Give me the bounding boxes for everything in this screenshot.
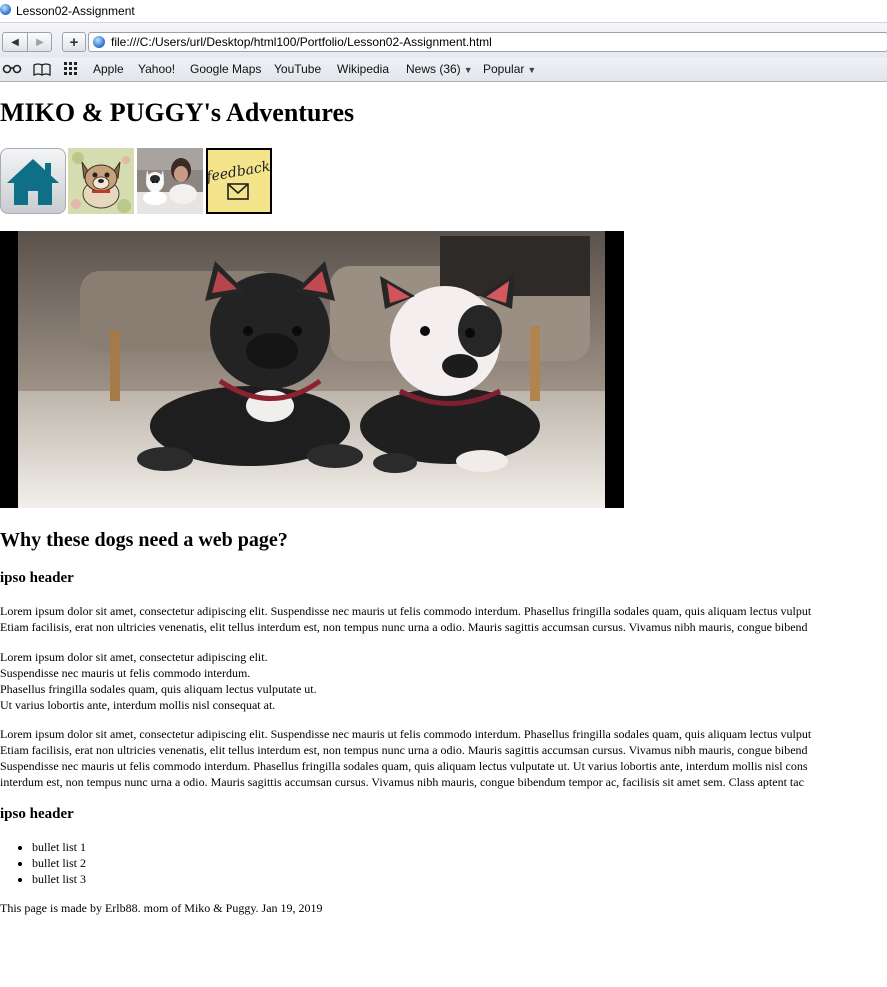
bookmark-popular-label: Popular	[483, 62, 525, 76]
bookmark-youtube[interactable]: YouTube	[274, 62, 321, 76]
paragraph-line: Etiam facilisis, erat non ultricies vene…	[0, 743, 808, 757]
plus-icon: +	[69, 33, 79, 51]
forward-button[interactable]: ▶	[28, 33, 52, 51]
back-arrow-icon: ◀	[11, 36, 19, 48]
bullet-list: bullet list 1 bullet list 2 bullet list …	[0, 839, 86, 887]
bookmarks-book-icon[interactable]	[33, 62, 51, 76]
paragraph-1: Lorem ipsum dolor sit amet, consectetur …	[0, 603, 811, 635]
ipso-header-1: ipso header	[0, 570, 74, 586]
bookmark-popular-folder[interactable]: Popular ▼	[483, 62, 536, 76]
dropdown-caret-icon: ▼	[463, 65, 473, 75]
feedback-note-icon: feedback	[206, 150, 271, 212]
paragraph-line: Lorem ipsum dolor sit amet, consectetur …	[0, 727, 812, 741]
paragraph-line: Lorem ipsum dolor sit amet, consectetur …	[0, 604, 812, 618]
bookmark-wikipedia[interactable]: Wikipedia	[337, 62, 389, 76]
list-item: bullet list 3	[32, 871, 86, 887]
bookmark-yahoo[interactable]: Yahoo!	[138, 62, 175, 76]
paragraph-line: Etiam facilisis, erat non ultricies vene…	[0, 620, 808, 634]
window-titlebar: Lesson02-Assignment	[0, 0, 887, 22]
forward-arrow-icon: ▶	[36, 36, 44, 48]
paragraph-3: Lorem ipsum dolor sit amet, consectetur …	[0, 726, 811, 790]
dropdown-caret-icon: ▼	[527, 65, 537, 75]
window-title: Lesson02-Assignment	[16, 4, 135, 18]
home-link[interactable]	[0, 148, 66, 214]
browser-globe-icon	[0, 4, 11, 15]
ipso-header-2: ipso header	[0, 806, 74, 822]
page-globe-icon	[93, 36, 105, 48]
add-bookmark-button[interactable]: +	[62, 32, 86, 52]
page-title: MIKO & PUGGY's Adventures	[0, 98, 355, 127]
cartoon-dog-image	[68, 148, 134, 214]
hero-dogs-photo	[0, 231, 624, 508]
bookmark-google-maps[interactable]: Google Maps	[190, 62, 261, 76]
feedback-link[interactable]: feedback	[206, 148, 272, 214]
paragraph-line: Lorem ipsum dolor sit amet, consectetur …	[0, 650, 268, 664]
two-french-bulldogs-image	[0, 231, 624, 508]
paragraph-line: Ut varius lobortis ante, interdum mollis…	[0, 698, 276, 712]
bookmark-news-label: News (36)	[406, 62, 461, 76]
list-item: bullet list 2	[32, 855, 86, 871]
paragraph-line: Suspendisse nec mauris ut felis commodo …	[0, 666, 251, 680]
bookmark-apple[interactable]: Apple	[93, 62, 124, 76]
paragraph-line: Suspendisse nec mauris ut felis commodo …	[0, 759, 808, 773]
paragraph-line: interdum est, non tempus nunc urna a odi…	[0, 775, 804, 789]
nav-button-group: ◀ ▶	[2, 32, 52, 52]
home-icon	[7, 159, 59, 205]
cartoon-dog-link[interactable]	[68, 148, 134, 214]
list-item: bullet list 1	[32, 839, 86, 855]
address-bar[interactable]: file:///C:/Users/url/Desktop/html100/Por…	[88, 32, 887, 52]
person-with-dog-photo	[137, 148, 203, 214]
bookmarks-bar: Apple Yahoo! Google Maps YouTube Wikiped…	[0, 58, 887, 82]
section-heading: Why these dogs need a web page?	[0, 529, 288, 551]
owner-photo-link[interactable]	[137, 148, 203, 214]
back-button[interactable]: ◀	[3, 33, 28, 51]
top-sites-grid-icon[interactable]	[64, 62, 78, 76]
paragraph-2: Lorem ipsum dolor sit amet, consectetur …	[0, 649, 317, 713]
browser-toolbar: ◀ ▶ + file:///C:/Users/url/Desktop/html1…	[0, 22, 887, 58]
paragraph-line: Phasellus fringilla sodales quam, quis a…	[0, 682, 317, 696]
address-text[interactable]: file:///C:/Users/url/Desktop/html100/Por…	[111, 35, 492, 49]
page-footer: This page is made by Erlb88. mom of Miko…	[0, 901, 323, 915]
bookmark-news-folder[interactable]: News (36) ▼	[406, 62, 473, 76]
reading-list-glasses-icon[interactable]	[2, 62, 22, 76]
